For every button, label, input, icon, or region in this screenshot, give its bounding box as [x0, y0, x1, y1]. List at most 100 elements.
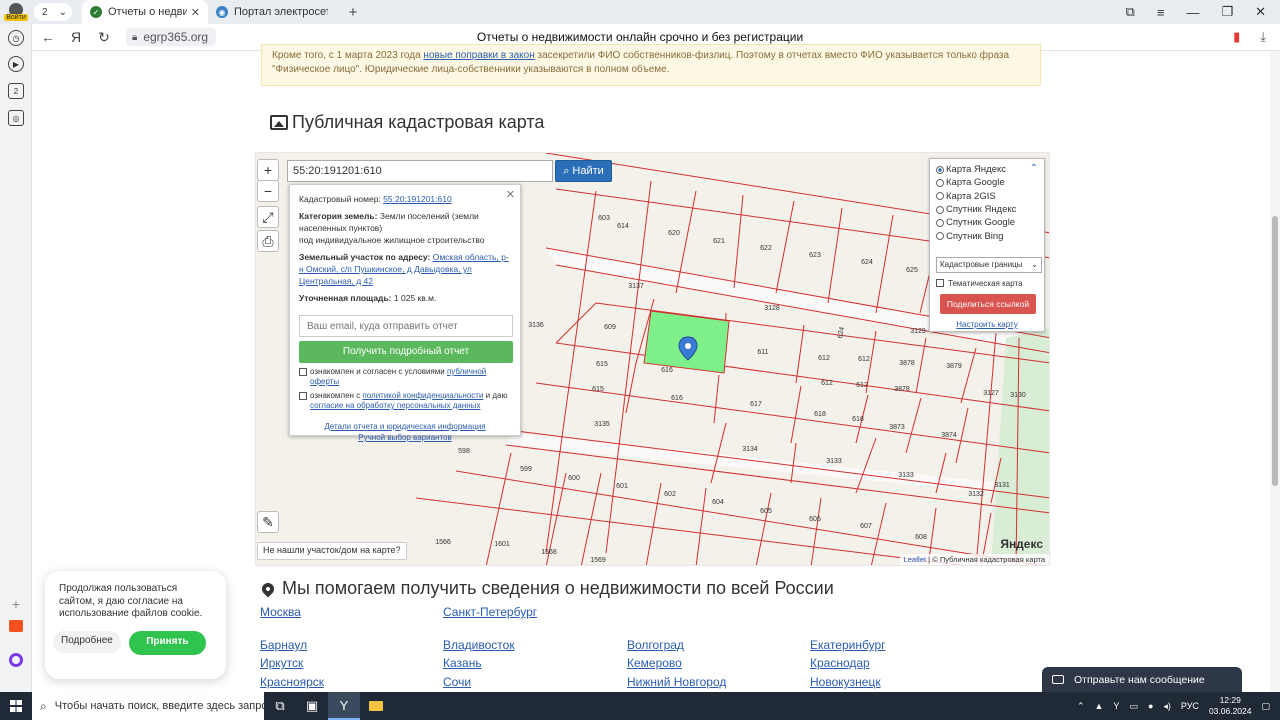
profile-button[interactable]: Войти: [0, 0, 32, 24]
screenshot-icon[interactable]: ◎: [8, 110, 24, 126]
leaflet-link[interactable]: Leaflet: [904, 555, 927, 564]
cookie-accept-button[interactable]: Принять: [128, 630, 206, 655]
layer-radio[interactable]: [936, 165, 944, 174]
city-link[interactable]: Барнаул: [260, 638, 307, 652]
law-amendments-link[interactable]: новые поправки в закон: [423, 50, 534, 61]
layer-option[interactable]: Спутник Яндекс: [936, 203, 1038, 216]
privacy-checkbox[interactable]: [299, 392, 307, 400]
email-input[interactable]: [299, 315, 513, 337]
layer-radio[interactable]: [936, 232, 944, 241]
layer-radio[interactable]: [936, 205, 944, 214]
get-report-button[interactable]: Получить подробный отчет: [299, 341, 513, 363]
city-link[interactable]: Нижний Новгород: [627, 675, 726, 689]
zoom-out-button[interactable]: −: [257, 180, 279, 202]
yandex-icon[interactable]: Я: [62, 29, 90, 45]
city-link[interactable]: Москва: [260, 605, 301, 619]
taskbar-search[interactable]: ⌕ Чтобы начать поиск, введите здесь запр…: [32, 692, 264, 720]
layer-option[interactable]: Спутник Bing: [936, 229, 1038, 242]
boundaries-select[interactable]: Кадастровые границы ⌄: [936, 256, 1042, 273]
ruler-icon[interactable]: ✎: [257, 511, 279, 533]
volume-icon[interactable]: ◂): [1163, 701, 1171, 712]
tab-counter[interactable]: 2 ⌄: [34, 3, 72, 21]
offer-checkbox[interactable]: [299, 368, 307, 376]
fullscreen-icon[interactable]: ⤢: [257, 206, 279, 228]
privacy-policy-link[interactable]: политикой конфиденциальности: [362, 391, 483, 400]
manual-select-link[interactable]: Ручной выбор вариантов: [358, 433, 451, 442]
photos-app-icon[interactable]: ▣: [296, 692, 328, 720]
cadastral-search-input[interactable]: [287, 160, 553, 182]
bookmark-icon[interactable]: ▮: [1233, 29, 1240, 45]
chevron-up-icon[interactable]: ⌃: [1030, 163, 1038, 174]
notifications-icon[interactable]: ▢: [1261, 701, 1270, 712]
tab-energy-portal[interactable]: ◉ Портал электросетевых у: [208, 0, 336, 24]
tab-count-icon[interactable]: 2: [8, 83, 24, 99]
menu-icon[interactable]: ≡: [1157, 5, 1165, 20]
city-link[interactable]: Новокузнецк: [810, 675, 881, 689]
minimize-icon[interactable]: —: [1186, 5, 1199, 20]
task-view-icon[interactable]: ⧉: [264, 692, 296, 720]
play-icon[interactable]: ▶: [8, 56, 24, 72]
thematic-checkbox[interactable]: [936, 279, 944, 288]
city-link[interactable]: Краснодар: [810, 656, 870, 670]
mail-icon[interactable]: [0, 620, 32, 632]
not-found-button[interactable]: Не нашли участок/дом на карте?: [257, 542, 407, 560]
layer-option[interactable]: Карта 2GIS: [936, 190, 1038, 203]
alice-icon[interactable]: [0, 653, 32, 667]
layer-option[interactable]: Карта Яндекс: [936, 163, 1038, 176]
input-language[interactable]: РУС: [1181, 701, 1199, 711]
history-clock-icon[interactable]: ◷: [8, 30, 24, 46]
city-link[interactable]: Волгоград: [627, 638, 684, 652]
close-window-icon[interactable]: ✕: [1255, 4, 1266, 20]
page-scrollbar[interactable]: [1270, 51, 1280, 692]
city-link[interactable]: Екатеринбург: [810, 638, 886, 652]
zoom-in-button[interactable]: +: [257, 159, 279, 181]
plot-boundary-line: [580, 472, 602, 565]
area-label: Уточненная площадь:: [299, 293, 392, 303]
yandex-browser-icon[interactable]: Y: [328, 692, 360, 720]
city-link[interactable]: Красноярск: [260, 675, 324, 689]
layer-option-label: Карта 2GIS: [946, 190, 996, 202]
scrollbar-thumb[interactable]: [1272, 216, 1278, 486]
print-icon[interactable]: ⎙: [257, 230, 279, 252]
chevron-up-icon[interactable]: ⌃: [1077, 701, 1085, 712]
layer-option[interactable]: Спутник Google: [936, 216, 1038, 229]
tab-egrp[interactable]: ✓ Отчеты о недвижимос ✕: [82, 0, 208, 24]
share-link-button[interactable]: Поделиться ссылкой: [940, 293, 1036, 314]
city-link[interactable]: Казань: [443, 656, 482, 670]
city-link[interactable]: Кемерово: [627, 656, 682, 670]
find-button[interactable]: ⌕ Найти: [555, 160, 612, 182]
start-button[interactable]: [0, 692, 32, 720]
report-details-link[interactable]: Детали отчета и юридическая информация: [324, 422, 485, 431]
yandex-tray-icon[interactable]: Y: [1113, 701, 1119, 711]
network-icon[interactable]: ▲: [1095, 701, 1104, 711]
microphone-icon[interactable]: ●: [1148, 701, 1153, 711]
layer-radio[interactable]: [936, 178, 944, 187]
cadastral-number-link[interactable]: 55:20:191201:610: [383, 194, 452, 204]
chat-widget-button[interactable]: Отправьте нам сообщение: [1042, 667, 1242, 692]
maximize-icon[interactable]: ❐: [1221, 4, 1233, 20]
clock[interactable]: 12:29 03.06.2024: [1209, 695, 1252, 717]
city-link[interactable]: Санкт-Петербург: [443, 605, 537, 619]
cad-label: Кадастровый номер:: [299, 194, 381, 204]
layer-radio[interactable]: [936, 192, 944, 201]
add-panel-plus-icon[interactable]: +: [0, 596, 32, 612]
download-icon[interactable]: ⤓: [1260, 29, 1266, 45]
collections-icon[interactable]: ⧉: [1126, 4, 1135, 20]
close-icon[interactable]: ✕: [191, 6, 200, 19]
city-link[interactable]: Иркутск: [260, 656, 303, 670]
new-tab-plus-icon[interactable]: +: [342, 1, 364, 23]
back-arrow-icon[interactable]: ←: [34, 29, 62, 45]
url-field[interactable]: 🔒︎ egrp365.org: [126, 28, 217, 46]
city-link[interactable]: Владивосток: [443, 638, 515, 652]
layer-radio[interactable]: [936, 218, 944, 227]
computer-icon[interactable]: ▭: [1129, 701, 1138, 712]
close-icon[interactable]: ✕: [506, 189, 515, 201]
file-explorer-icon[interactable]: [360, 692, 392, 720]
personal-data-link[interactable]: согласие на обработку персональных данны…: [310, 401, 480, 410]
cookie-more-button[interactable]: Подробнее: [53, 630, 121, 653]
reload-icon[interactable]: ↻: [90, 29, 118, 46]
layer-option[interactable]: Карта Google: [936, 176, 1038, 189]
configure-map-link[interactable]: Настроить карту: [936, 320, 1038, 329]
city-link[interactable]: Сочи: [443, 675, 471, 689]
thematic-map-option[interactable]: Тематическая карта: [936, 279, 1038, 288]
